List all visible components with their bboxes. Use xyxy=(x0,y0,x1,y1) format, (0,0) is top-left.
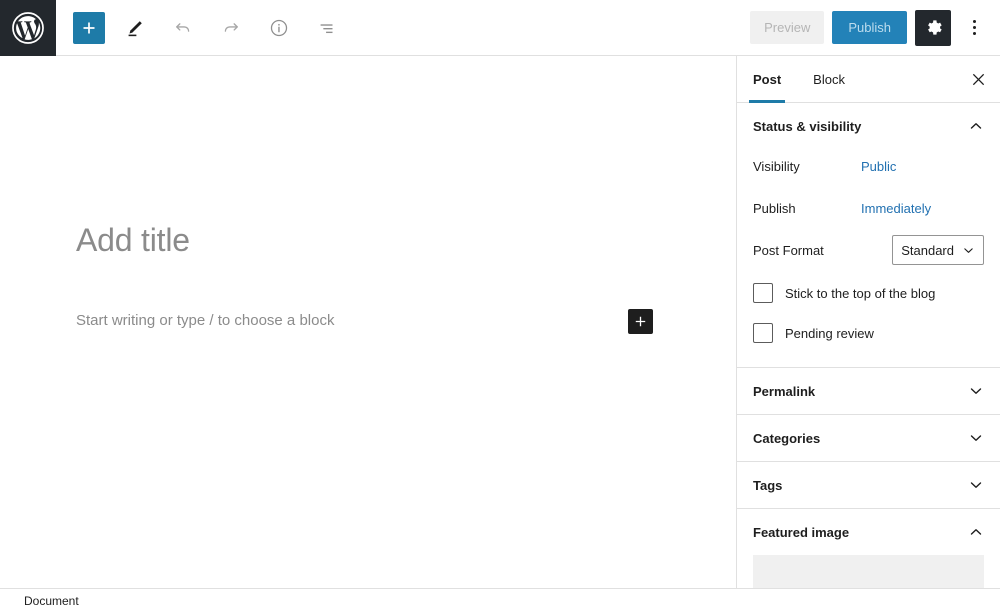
editor-footer: Document xyxy=(0,588,1000,612)
editor-header: Preview Publish xyxy=(0,0,1000,56)
settings-button[interactable] xyxy=(915,9,951,46)
post-title-input[interactable]: Add title xyxy=(76,222,190,259)
preview-button[interactable]: Preview xyxy=(750,11,825,44)
list-view-icon xyxy=(320,23,333,33)
block-inserter-button[interactable] xyxy=(628,309,653,334)
pending-review-checkbox-row[interactable]: Pending review xyxy=(753,315,984,351)
details-button[interactable] xyxy=(261,10,297,46)
vertical-dots-icon-3 xyxy=(972,32,976,35)
plus-icon xyxy=(83,22,95,33)
gear-icon xyxy=(927,20,942,35)
close-sidebar-button[interactable] xyxy=(956,56,1000,102)
post-format-label: Post Format xyxy=(753,242,824,258)
post-format-select[interactable]: Standard xyxy=(892,235,984,265)
panel-title: Tags xyxy=(753,477,783,493)
publish-date-label: Publish xyxy=(753,200,796,216)
wordpress-logo-glyph xyxy=(12,12,44,44)
featured-image-dropzone[interactable] xyxy=(753,555,984,588)
plus-icon xyxy=(635,316,646,327)
panel-title: Permalink xyxy=(753,383,816,399)
visibility-value-button[interactable]: Public xyxy=(861,159,896,174)
chevron-up-icon xyxy=(968,118,984,134)
panel-title: Categories xyxy=(753,430,821,446)
wordpress-block-editor: Preview Publish Add title Start writing … xyxy=(0,0,1000,612)
more-options-button[interactable] xyxy=(959,10,989,46)
tab-block[interactable]: Block xyxy=(797,56,861,102)
panel-title: Featured image xyxy=(753,524,850,540)
settings-sidebar: Post Block Status & visibility Visibilit… xyxy=(736,56,1000,588)
post-format-value: Standard xyxy=(901,242,954,258)
undo-button[interactable] xyxy=(165,10,201,46)
chevron-up-icon xyxy=(968,524,984,540)
panel-featured-image: Featured image xyxy=(737,509,1000,588)
redo-button[interactable] xyxy=(213,10,249,46)
post-body-input[interactable]: Start writing or type / to choose a bloc… xyxy=(76,312,334,329)
visibility-label: Visibility xyxy=(753,158,800,174)
header-actions: Preview Publish xyxy=(750,0,1000,55)
chevron-down-icon xyxy=(968,430,984,446)
panel-status-visibility-body: Visibility Public Publish Immediately Po… xyxy=(737,149,1000,367)
vertical-dots-icon-2 xyxy=(972,26,976,29)
publish-button[interactable]: Publish xyxy=(832,11,907,44)
panel-tags: Tags xyxy=(737,462,1000,509)
add-block-button[interactable] xyxy=(73,11,105,44)
panel-permalink: Permalink xyxy=(737,368,1000,415)
wordpress-logo-icon[interactable] xyxy=(0,0,56,56)
editor-body: Add title Start writing or type / to cho… xyxy=(0,56,1000,588)
sticky-label: Stick to the top of the blog xyxy=(785,285,936,301)
panel-status-visibility: Status & visibility Visibility Public Pu… xyxy=(737,103,1000,368)
panel-categories-header[interactable]: Categories xyxy=(737,415,1000,461)
panel-featured-image-header[interactable]: Featured image xyxy=(737,509,1000,555)
panel-status-visibility-header[interactable]: Status & visibility xyxy=(737,103,1000,149)
post-format-row: Post Format Standard xyxy=(753,233,984,267)
panel-tags-header[interactable]: Tags xyxy=(737,462,1000,508)
panel-permalink-header[interactable]: Permalink xyxy=(737,368,1000,414)
chevron-down-icon xyxy=(968,477,984,493)
editor-canvas[interactable]: Add title Start writing or type / to cho… xyxy=(0,56,736,588)
publish-date-row: Publish Immediately xyxy=(753,191,984,225)
list-view-button[interactable] xyxy=(309,10,345,46)
edit-mode-button[interactable] xyxy=(117,10,153,46)
publish-date-value-button[interactable]: Immediately xyxy=(861,201,931,216)
close-icon xyxy=(972,73,984,85)
visibility-row: Visibility Public xyxy=(753,149,984,183)
undo-arrow-icon xyxy=(176,22,190,32)
panel-categories: Categories xyxy=(737,415,1000,462)
pending-review-checkbox[interactable] xyxy=(753,323,773,343)
vertical-dots-icon xyxy=(972,20,976,23)
sticky-checkbox[interactable] xyxy=(753,283,773,303)
chevron-down-icon xyxy=(968,383,984,399)
pencil-icon xyxy=(128,20,142,36)
breadcrumb[interactable]: Document xyxy=(24,594,79,608)
sidebar-tabs: Post Block xyxy=(737,56,1000,103)
redo-arrow-icon xyxy=(224,22,238,32)
header-toolbar xyxy=(56,0,357,55)
pending-review-label: Pending review xyxy=(785,325,874,341)
chevron-down-icon xyxy=(964,247,973,253)
tab-post[interactable]: Post xyxy=(737,56,797,103)
sticky-checkbox-row[interactable]: Stick to the top of the blog xyxy=(753,275,984,311)
info-circle-icon xyxy=(270,19,288,36)
panel-title: Status & visibility xyxy=(753,118,862,134)
